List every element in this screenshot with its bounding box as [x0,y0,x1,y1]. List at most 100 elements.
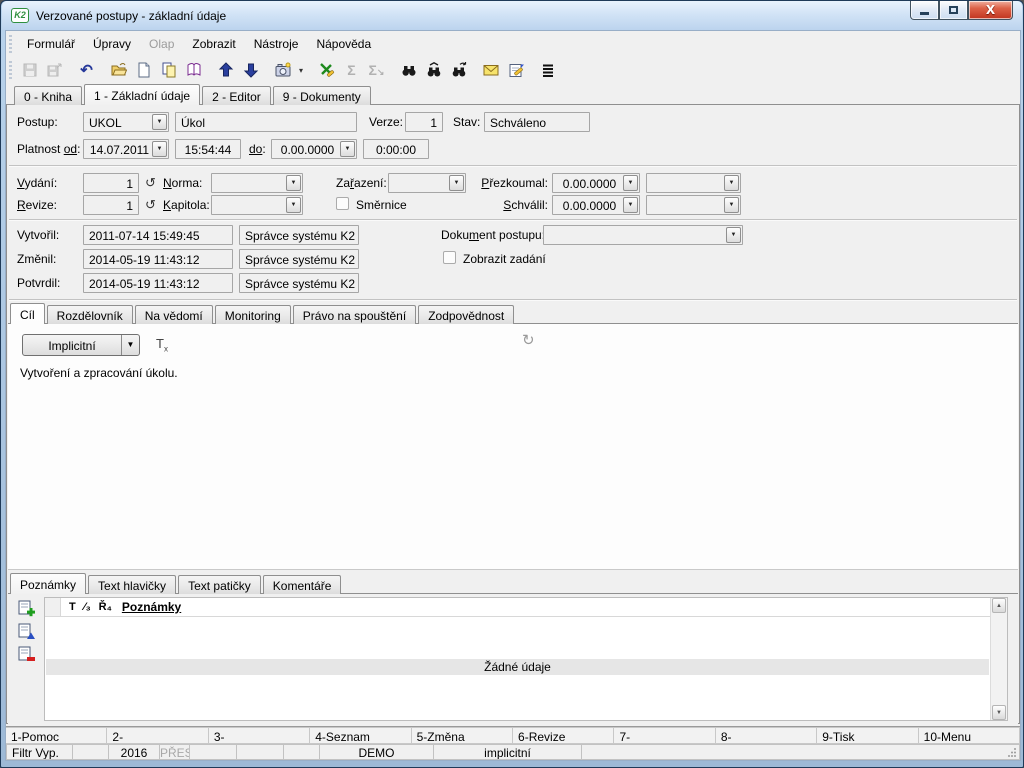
zmenil-date-field[interactable]: 2014-05-19 11:43:12 [83,249,233,269]
postup-name-field[interactable]: Úkol [175,112,357,132]
tab-na-vedomi[interactable]: Na vědomí [135,305,213,324]
revize-field[interactable]: 1 [83,195,139,215]
zmenil-user-field[interactable]: Správce systému K2 [239,249,359,269]
note-add-icon[interactable] [18,600,38,620]
find-icon[interactable] [397,59,420,81]
save-icon[interactable] [18,59,41,81]
book-icon[interactable] [182,59,205,81]
fkey-2[interactable]: 2- [107,727,208,744]
chevron-down-icon[interactable]: ▼ [726,227,741,243]
stav-field[interactable]: Schváleno [484,112,590,132]
vytvoril-date-field[interactable]: 2011-07-14 15:49:45 [83,225,233,245]
vytvoril-user-field[interactable]: Správce systému K2 [239,225,359,245]
fkey-6-revize[interactable]: 6-Revize [513,727,614,744]
new-document-icon[interactable] [132,59,155,81]
find-previous-icon[interactable] [422,59,445,81]
sum-skip-icon[interactable]: Σ↘ [365,59,388,81]
platnost-od-time-field[interactable]: 15:54:44 [175,139,241,159]
chevron-down-icon[interactable]: ▼ [286,197,301,213]
menu-nastroje[interactable]: Nástroje [245,34,308,54]
chevron-down-icon[interactable]: ▼ [152,114,167,130]
minimize-button[interactable] [910,1,939,20]
potvrdil-date-field[interactable]: 2014-05-19 11:43:12 [83,273,233,293]
open-icon[interactable] [107,59,130,81]
tab-komentare[interactable]: Komentáře [263,575,342,594]
menu-list-icon[interactable] [536,59,559,81]
menu-napoveda[interactable]: Nápověda [307,34,380,54]
column-header-poznamky[interactable]: Poznámky [122,600,181,614]
undo-icon[interactable]: ↶ [75,59,98,81]
column-icon-r4[interactable]: Ř₄ [99,601,112,613]
schvalil-user-combo[interactable]: ▼ [646,195,741,215]
find-next-icon[interactable] [447,59,470,81]
fkey-10-menu[interactable]: 10-Menu [919,727,1020,744]
chevron-down-icon[interactable]: ▼ [152,141,167,157]
clear-formatting-icon[interactable]: Tx [156,336,168,354]
resize-grip[interactable] [1007,747,1017,757]
chevron-down-icon[interactable]: ▼ [623,175,638,191]
fkey-3[interactable]: 3- [209,727,310,744]
menu-zobrazit[interactable]: Zobrazit [183,34,244,54]
toolbar-gripper[interactable] [9,61,12,79]
sum-icon[interactable]: Σ [340,59,363,81]
row-selector-header[interactable] [45,598,61,616]
edit-notes-icon[interactable] [504,59,527,81]
vydani-field[interactable]: 1 [83,173,139,193]
menubar-gripper[interactable] [9,35,12,53]
menu-upravy[interactable]: Úpravy [84,34,140,54]
zobrazit-zadani-checkbox[interactable] [443,251,456,264]
chevron-down-icon[interactable]: ▼ [340,141,355,157]
fkey-9-tisk[interactable]: 9-Tisk [817,727,918,744]
restore-button[interactable] [939,1,968,20]
tab-2-editor[interactable]: 2 - Editor [202,86,271,105]
fkey-5-zmena[interactable]: 5-Změna [412,727,513,744]
refresh-icon[interactable]: ↻ [522,333,535,348]
norma-combo[interactable]: ▼ [211,173,303,193]
mail-icon[interactable] [479,59,502,81]
scroll-up-icon[interactable]: ▲ [992,598,1006,613]
potvrdil-user-field[interactable]: Správce systému K2 [239,273,359,293]
fkey-7[interactable]: 7- [614,727,715,744]
platnost-od-date-combo[interactable]: 14.07.2011▼ [83,139,169,159]
tab-9-dokumenty[interactable]: 9 - Dokumenty [273,86,371,105]
smernice-checkbox[interactable] [336,197,349,210]
tab-0-kniha[interactable]: 0 - Kniha [14,86,82,105]
tab-text-paticky[interactable]: Text patičky [178,575,261,594]
menu-formular[interactable]: Formulář [18,34,84,54]
prezkoumal-date-combo[interactable]: 0.00.0000▼ [552,173,640,193]
close-button[interactable]: X [968,1,1013,20]
revize-history-icon[interactable]: ↺ [145,198,156,211]
chevron-down-icon[interactable]: ▼ [724,175,739,191]
postup-code-combo[interactable]: UKOL▼ [83,112,169,132]
kapitola-combo[interactable]: ▼ [211,195,303,215]
schvalil-date-combo[interactable]: 0.00.0000▼ [552,195,640,215]
tab-pravo-na-spousteni[interactable]: Právo na spouštění [293,305,416,324]
title-bar[interactable]: K2 Verzované postupy - základní údaje X [2,1,1022,30]
platnost-do-date-combo[interactable]: 0.00.0000▼ [271,139,357,159]
tab-1-zakladni-udaje[interactable]: 1 - Základní údaje [84,84,200,105]
dokument-postupu-combo[interactable]: ▼ [543,225,743,245]
tab-text-hlavicky[interactable]: Text hlavičky [88,575,176,594]
fkey-1-pomoc[interactable]: 1-Pomoc [6,727,107,744]
fkey-8[interactable]: 8- [716,727,817,744]
prezkoumal-user-combo[interactable]: ▼ [646,173,741,193]
platnost-do-time-field[interactable]: 0:00:00 [363,139,429,159]
tab-cil[interactable]: Cíl [10,303,45,324]
copy-icon[interactable] [157,59,180,81]
note-delete-icon[interactable] [18,646,38,666]
export-edit-icon[interactable] [315,59,338,81]
tab-poznamky[interactable]: Poznámky [10,573,86,594]
note-open-icon[interactable] [18,623,38,643]
scroll-down-icon[interactable]: ▼ [992,705,1006,720]
tab-monitoring[interactable]: Monitoring [215,305,291,324]
camera-icon[interactable] [271,59,294,81]
chevron-down-icon[interactable]: ▼ [724,197,739,213]
chevron-down-icon[interactable]: ▼ [286,175,301,191]
camera-dropdown-icon[interactable]: ▾ [296,59,306,81]
save-as-icon[interactable] [43,59,66,81]
tab-rozdelovnik[interactable]: Rozdělovník [47,305,133,324]
move-up-icon[interactable] [214,59,237,81]
move-down-icon[interactable] [239,59,262,81]
chevron-down-icon[interactable]: ▼ [121,335,139,355]
preset-split-button[interactable]: Implicitní ▼ [22,334,140,356]
